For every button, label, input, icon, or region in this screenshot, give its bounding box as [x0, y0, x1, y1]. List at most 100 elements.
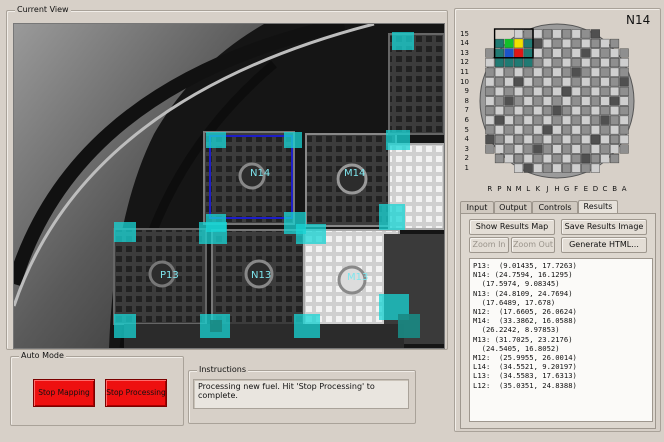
core-cell[interactable] — [600, 96, 610, 106]
core-cell-highlight[interactable] — [514, 39, 523, 48]
core-cell[interactable] — [523, 58, 533, 68]
core-cell[interactable] — [562, 48, 572, 58]
core-cell[interactable] — [571, 163, 581, 173]
core-cell[interactable] — [523, 154, 533, 164]
core-cell[interactable] — [552, 86, 562, 96]
core-cell[interactable] — [504, 154, 514, 164]
core-cell[interactable] — [581, 125, 591, 135]
core-cell[interactable] — [504, 115, 514, 125]
core-cell[interactable] — [533, 58, 543, 68]
core-cell[interactable] — [590, 163, 600, 173]
core-cell[interactable] — [581, 96, 591, 106]
core-cell[interactable] — [571, 96, 581, 106]
core-cell[interactable] — [533, 48, 543, 58]
core-cell[interactable] — [523, 115, 533, 125]
core-cell[interactable] — [610, 106, 620, 116]
camera-view[interactable]: N14 M14 P13 N13 M13 — [13, 23, 445, 349]
core-cell[interactable] — [514, 86, 524, 96]
stop-processing-button[interactable]: Stop Processing — [105, 379, 167, 407]
core-cell[interactable] — [542, 96, 552, 106]
core-cell[interactable] — [542, 163, 552, 173]
core-cell[interactable] — [552, 38, 562, 48]
core-cell[interactable] — [523, 163, 533, 173]
core-cell[interactable] — [542, 77, 552, 87]
core-cell[interactable] — [533, 67, 543, 77]
core-cell[interactable] — [542, 58, 552, 68]
core-cell[interactable] — [494, 58, 504, 68]
core-cell[interactable] — [542, 48, 552, 58]
core-cell[interactable] — [619, 125, 629, 135]
show-results-map-button[interactable]: Show Results Map — [469, 219, 555, 235]
core-cell[interactable] — [581, 163, 591, 173]
core-cell[interactable] — [552, 106, 562, 116]
core-cell[interactable] — [514, 134, 524, 144]
core-cell[interactable] — [523, 134, 533, 144]
core-cell[interactable] — [619, 58, 629, 68]
core-cell[interactable] — [494, 86, 504, 96]
core-cell[interactable] — [533, 144, 543, 154]
zoom-in-button[interactable]: Zoom In — [469, 237, 509, 253]
core-cell[interactable] — [619, 115, 629, 125]
core-cell[interactable] — [533, 125, 543, 135]
core-cell[interactable] — [533, 106, 543, 116]
core-cell[interactable] — [610, 38, 620, 48]
core-cell[interactable] — [562, 29, 572, 39]
core-cell[interactable] — [542, 67, 552, 77]
core-cell[interactable] — [571, 125, 581, 135]
core-cell[interactable] — [552, 48, 562, 58]
core-cell[interactable] — [552, 163, 562, 173]
core-cell[interactable] — [590, 125, 600, 135]
core-cell[interactable] — [504, 58, 514, 68]
core-cell[interactable] — [562, 67, 572, 77]
core-cell[interactable] — [504, 86, 514, 96]
core-cell[interactable] — [514, 77, 524, 87]
core-cell[interactable] — [485, 67, 495, 77]
core-cell[interactable] — [542, 134, 552, 144]
core-cell[interactable] — [514, 144, 524, 154]
core-cell[interactable] — [552, 154, 562, 164]
core-cell[interactable] — [523, 144, 533, 154]
core-cell[interactable] — [494, 77, 504, 87]
core-cell[interactable] — [533, 115, 543, 125]
core-cell[interactable] — [610, 67, 620, 77]
core-cell[interactable] — [619, 144, 629, 154]
core-cell[interactable] — [581, 154, 591, 164]
core-cell[interactable] — [523, 67, 533, 77]
core-cell[interactable] — [600, 106, 610, 116]
core-cell[interactable] — [514, 67, 524, 77]
core-cell[interactable] — [514, 96, 524, 106]
core-cell[interactable] — [590, 144, 600, 154]
core-cell[interactable] — [571, 67, 581, 77]
core-cell[interactable] — [504, 96, 514, 106]
core-cell[interactable] — [504, 67, 514, 77]
core-cell[interactable] — [600, 67, 610, 77]
core-cell[interactable] — [571, 86, 581, 96]
core-cell[interactable] — [533, 134, 543, 144]
core-cell-highlight[interactable] — [504, 48, 514, 58]
core-cell[interactable] — [514, 106, 524, 116]
core-cell[interactable] — [562, 106, 572, 116]
core-cell[interactable] — [562, 77, 572, 87]
core-cell[interactable] — [571, 115, 581, 125]
save-results-image-button[interactable]: Save Results Image — [561, 219, 647, 235]
core-cell[interactable] — [552, 96, 562, 106]
core-cell[interactable] — [619, 77, 629, 87]
core-cell[interactable] — [571, 38, 581, 48]
core-cell-highlight[interactable] — [504, 39, 514, 48]
core-cell[interactable] — [523, 96, 533, 106]
core-cell[interactable] — [562, 38, 572, 48]
core-cell[interactable] — [600, 144, 610, 154]
core-cell[interactable] — [514, 125, 524, 135]
core-cell[interactable] — [590, 58, 600, 68]
core-cell[interactable] — [494, 134, 504, 144]
core-cell[interactable] — [562, 154, 572, 164]
core-cell[interactable] — [542, 86, 552, 96]
core-cell[interactable] — [494, 125, 504, 135]
core-cell[interactable] — [494, 115, 504, 125]
core-cell[interactable] — [619, 96, 629, 106]
core-cell[interactable] — [494, 144, 504, 154]
core-cell[interactable] — [514, 115, 524, 125]
core-cell[interactable] — [600, 125, 610, 135]
core-cell[interactable] — [600, 38, 610, 48]
core-cell[interactable] — [533, 96, 543, 106]
